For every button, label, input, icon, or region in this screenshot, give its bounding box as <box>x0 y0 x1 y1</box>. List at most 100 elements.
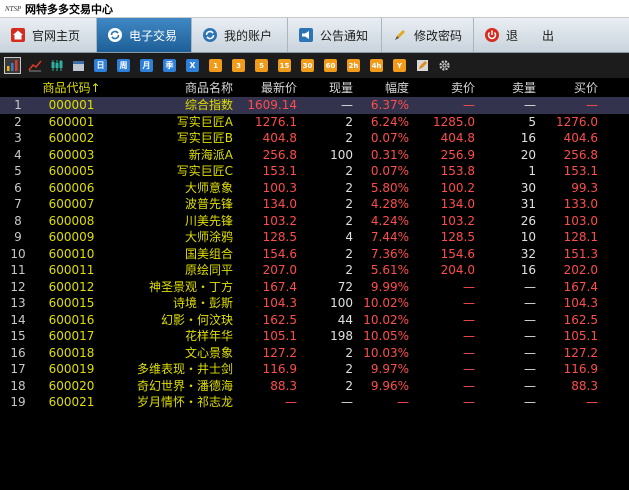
cell-ask-price: — <box>463 329 475 343</box>
header-volume[interactable]: 现量 <box>297 80 353 97</box>
table-row[interactable]: 10 600010 国美组合 154.6 2 7.36% 154.6 32 151.3 <box>0 246 629 263</box>
tab-account[interactable]: 我的账户 <box>192 18 288 52</box>
cell-bid-price: 127.2 <box>563 345 598 360</box>
cell-change: 0.07% <box>370 164 409 178</box>
nav-bar: 官网主页 电子交易 我的账户 公告通知 修改密码 退 出 <box>0 18 629 53</box>
period-30min-button[interactable]: 30 <box>301 59 314 72</box>
tab-trading-label: 电子交易 <box>129 28 178 43</box>
period-1min-button[interactable]: 1 <box>209 59 222 72</box>
cell-index: 17 <box>10 362 26 376</box>
cell-ask-volume: 16 <box>520 263 536 277</box>
header-code[interactable]: 商品代码↑ <box>36 80 107 97</box>
header-ask-volume[interactable]: 卖量 <box>475 80 536 97</box>
tab-home-label: 官网主页 <box>32 28 81 43</box>
table-row[interactable]: 9 600009 大师涂鸦 128.5 4 7.44% 128.5 10 128.1 <box>0 229 629 246</box>
cell-ask-volume: — <box>524 378 536 393</box>
table-row[interactable]: 5 600005 写实巨匠C 153.1 2 0.07% 153.8 1 153.1 <box>0 163 629 180</box>
period-day-button[interactable]: 日 <box>94 59 107 72</box>
period-x-button[interactable]: X <box>186 59 199 72</box>
table-row[interactable]: 18 600020 奇幻世界・潘德海 88.3 2 9.96% — — 88.3 <box>0 378 629 395</box>
cell-index: 8 <box>14 213 22 228</box>
cell-volume: 2 <box>345 378 353 393</box>
cell-code: 600009 <box>48 230 95 244</box>
cell-ask-volume: — <box>524 395 536 409</box>
tab-change-password[interactable]: 修改密码 <box>382 18 474 52</box>
period-4h-button[interactable]: 4h <box>370 59 383 72</box>
header-name[interactable]: 商品名称 <box>107 80 233 97</box>
cell-change: 6.24% <box>370 114 409 129</box>
bar-chart-icon[interactable] <box>4 57 21 74</box>
calendar-icon[interactable] <box>70 57 87 74</box>
tab-trading[interactable]: 电子交易 <box>97 18 192 52</box>
cell-index: 5 <box>14 164 22 178</box>
cell-latest-price: 103.2 <box>262 213 297 228</box>
title-bar: NTSP 网特多多交易中心 <box>0 0 629 18</box>
cell-index: 6 <box>14 180 22 195</box>
table-row[interactable]: 2 600001 写实巨匠A 1276.1 2 6.24% 1285.0 5 1276.0 <box>0 114 629 131</box>
table-row[interactable]: 15 600017 花样年华 105.1 198 10.05% — — 105.1 <box>0 328 629 345</box>
tab-announcement[interactable]: 公告通知 <box>288 18 382 52</box>
cell-ask-volume: 31 <box>520 197 536 211</box>
cell-latest-price: 88.3 <box>270 378 297 393</box>
period-2h-button[interactable]: 2h <box>347 59 360 72</box>
table-row[interactable]: 12 600012 神圣景观・丁方 167.4 72 9.99% — — 167.4 <box>0 279 629 296</box>
cell-index: 18 <box>10 378 26 393</box>
cell-code: 600016 <box>48 312 95 327</box>
period-season-button[interactable]: 季 <box>163 59 176 72</box>
cell-ask-price: 256.9 <box>440 147 475 162</box>
header-bid-price[interactable]: 买价 <box>536 80 598 97</box>
period-60min-button[interactable]: 60 <box>324 59 337 72</box>
period-5min-button[interactable]: 5 <box>255 59 268 72</box>
cell-change: 7.36% <box>370 246 409 261</box>
header-ask-price[interactable]: 卖价 <box>409 80 475 97</box>
period-week-button[interactable]: 周 <box>117 59 130 72</box>
cell-bid-price: 128.1 <box>563 230 598 244</box>
cell-bid-price: 104.3 <box>563 296 598 310</box>
table-row[interactable]: 6 600006 大师意象 100.3 2 5.80% 100.2 30 99.3 <box>0 180 629 197</box>
cell-bid-price: 162.5 <box>563 312 598 327</box>
period-3min-button[interactable]: 3 <box>232 59 245 72</box>
cell-code: 600020 <box>48 378 95 393</box>
table-row[interactable]: 17 600019 多维表现・井士剑 116.9 2 9.97% — — 116.9 <box>0 361 629 378</box>
cell-code: 600007 <box>48 197 95 211</box>
table-row[interactable]: 3 600002 写实巨匠B 404.8 2 0.07% 404.8 16 404.6 <box>0 130 629 147</box>
cell-change: 10.05% <box>363 329 409 343</box>
cell-bid-price: — <box>586 395 598 409</box>
cell-latest-price: 100.3 <box>262 180 297 195</box>
cell-index: 2 <box>14 114 22 129</box>
table-row[interactable]: 13 600015 诗境・彭斯 104.3 100 10.02% — — 104.3 <box>0 295 629 312</box>
table-row[interactable]: 1 000001 综合指数 1609.14 — 6.37% — — — <box>0 97 629 114</box>
table-row[interactable]: 16 600018 文心景象 127.2 2 10.03% — — 127.2 <box>0 345 629 362</box>
period-year-button[interactable]: Y <box>393 59 406 72</box>
period-15min-button[interactable]: 15 <box>278 59 291 72</box>
cell-latest-price: 207.0 <box>262 263 297 277</box>
line-chart-icon[interactable] <box>26 57 43 74</box>
cell-index: 13 <box>10 296 26 310</box>
candlestick-icon[interactable] <box>48 57 65 74</box>
table-row[interactable]: 19 600021 岁月情怀・祁志龙 — — — — — — <box>0 394 629 411</box>
period-month-button[interactable]: 月 <box>140 59 153 72</box>
edit-icon[interactable] <box>414 57 431 74</box>
table-row[interactable]: 11 600011 原绘同平 207.0 2 5.61% 204.0 16 202.0 <box>0 262 629 279</box>
cell-ask-volume: 1 <box>528 164 536 178</box>
settings-icon[interactable] <box>436 57 453 74</box>
table-row[interactable]: 7 600007 波普先锋 134.0 2 4.28% 134.0 31 133.0 <box>0 196 629 213</box>
cell-name: 原绘同平 <box>184 263 233 277</box>
table-row[interactable]: 4 600003 新海派A 256.8 100 0.31% 256.9 20 256.8 <box>0 147 629 164</box>
cell-change: — <box>397 395 409 409</box>
cell-volume: 2 <box>345 263 353 277</box>
header-change[interactable]: 幅度 <box>353 80 409 97</box>
cell-bid-price: 256.8 <box>563 147 598 162</box>
tab-home[interactable]: 官网主页 <box>0 18 97 52</box>
cell-index: 10 <box>10 246 26 261</box>
tab-exit[interactable]: 退 出 <box>474 18 629 52</box>
table-row[interactable]: 8 600008 川美先锋 103.2 2 4.24% 103.2 26 103.0 <box>0 213 629 230</box>
cell-volume: 2 <box>345 197 353 211</box>
announcement-icon <box>298 27 314 43</box>
table-row[interactable]: 14 600016 幻影・何汶玦 162.5 44 10.02% — — 162.5 <box>0 312 629 329</box>
tab-announcement-label: 公告通知 <box>320 28 369 43</box>
cell-ask-price: 153.8 <box>440 164 475 178</box>
cell-name: 综合指数 <box>184 98 233 112</box>
header-latest-price[interactable]: 最新价 <box>233 80 297 97</box>
cell-latest-price: 1276.1 <box>255 114 297 129</box>
